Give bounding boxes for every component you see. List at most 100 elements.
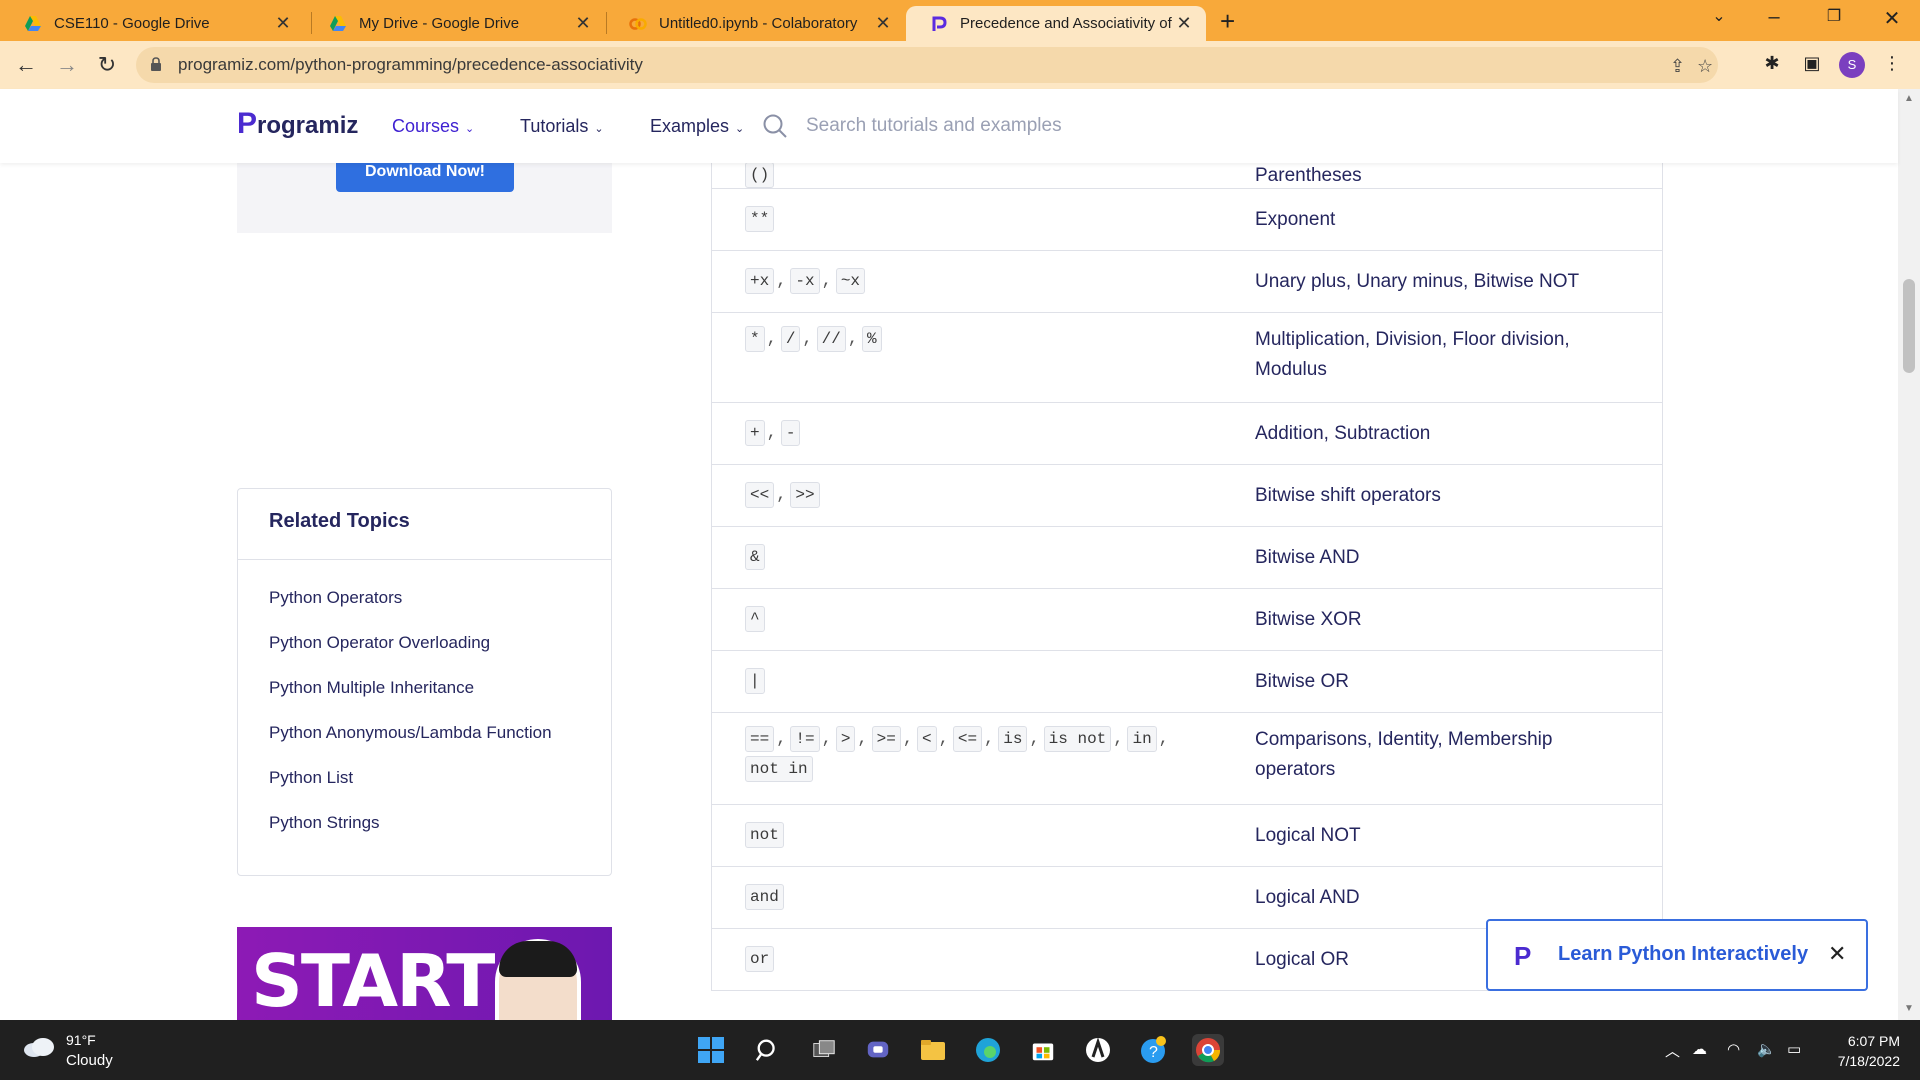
nav-label: Examples xyxy=(650,116,730,136)
new-tab-button[interactable]: + xyxy=(1220,6,1235,37)
nav-tutorials[interactable]: Tutorials ⌄ xyxy=(520,116,604,137)
operator-cell: +x, -x, ~x xyxy=(745,267,1225,297)
nav-courses[interactable]: Courses ⌄ xyxy=(392,116,474,137)
description-cell: Comparisons, Identity, Membership operat… xyxy=(1255,729,1553,780)
operator-code: ^ xyxy=(745,606,765,632)
forward-icon[interactable]: → xyxy=(53,51,81,79)
restore-button[interactable]: ❐ xyxy=(1819,6,1849,26)
teams-chat-icon[interactable] xyxy=(862,1034,894,1066)
operator-code: - xyxy=(780,420,801,446)
operator-code: or xyxy=(745,946,775,972)
app-icon[interactable] xyxy=(1082,1034,1114,1066)
comma-separator: , xyxy=(821,730,832,749)
comma-separator: , xyxy=(847,330,859,349)
promo-box: Download Now! xyxy=(237,163,612,233)
description-cell: Bitwise OR xyxy=(1255,671,1349,692)
extensions-icon[interactable]: ✱ xyxy=(1760,53,1784,77)
back-icon[interactable]: ← xyxy=(12,51,40,79)
search-icon[interactable] xyxy=(762,113,788,139)
related-topic-link[interactable]: Python Strings xyxy=(269,810,589,835)
close-icon[interactable]: ✕ xyxy=(1174,13,1194,34)
comma-separator: , xyxy=(776,486,787,505)
search-input[interactable]: Search tutorials and examples xyxy=(806,115,1062,137)
operator-code: << xyxy=(745,482,775,508)
download-now-button[interactable]: Download Now! xyxy=(336,163,514,192)
search-icon[interactable] xyxy=(752,1034,784,1066)
clock-time: 6:07 PM xyxy=(1847,1033,1900,1049)
minimize-button[interactable]: – xyxy=(1759,6,1789,29)
chevron-down-icon: ⌄ xyxy=(594,123,604,135)
related-topic-link[interactable]: Python List xyxy=(269,765,589,790)
help-icon[interactable]: ? xyxy=(1137,1034,1169,1066)
description-cell: Unary plus, Unary minus, Bitwise NOT xyxy=(1255,271,1580,292)
system-clock[interactable]: 6:07 PM 7/18/2022 xyxy=(1820,1031,1900,1071)
browser-toolbar: ← → ↻ programiz.com/python-programming/p… xyxy=(0,41,1920,89)
operator-code: * xyxy=(745,326,765,352)
weather-temperature: 91°F xyxy=(66,1032,96,1048)
learn-python-toast[interactable]: P Learn Python Interactively ✕ xyxy=(1486,919,1868,991)
operator-cell: ^ xyxy=(745,605,1225,635)
battery-icon[interactable]: ▭ xyxy=(1787,1040,1801,1058)
comma-separator: , xyxy=(1113,730,1124,749)
operator-cell: not xyxy=(745,821,1225,851)
page-scrollbar[interactable]: ▲ ▼ xyxy=(1898,89,1920,1020)
tab-title: My Drive - Google Drive xyxy=(359,15,520,32)
comma-separator: , xyxy=(821,272,832,291)
lock-icon xyxy=(151,57,161,71)
close-icon[interactable]: ✕ xyxy=(1828,941,1846,967)
comma-separator: , xyxy=(776,730,787,749)
profile-avatar[interactable]: S xyxy=(1839,52,1865,78)
volume-icon[interactable]: 🔈 xyxy=(1757,1040,1776,1058)
promo-banner[interactable]: START xyxy=(237,927,612,1020)
nav-label: Courses xyxy=(392,116,460,136)
scroll-up-icon[interactable]: ▲ xyxy=(1904,93,1914,104)
related-topic-link[interactable]: Python Multiple Inheritance xyxy=(269,675,589,700)
operator-code: < xyxy=(917,726,937,752)
site-header: Programiz Courses ⌄ Tutorials ⌄ Examples ⌄ … xyxy=(0,89,1898,163)
logo-text: rogramiz xyxy=(257,112,359,139)
operator-code: > xyxy=(835,726,856,752)
related-topic-link[interactable]: Python Operators xyxy=(269,585,589,610)
chevron-up-icon[interactable]: ︿ xyxy=(1665,1040,1680,1061)
operator-code: is xyxy=(998,726,1028,752)
reload-icon[interactable]: ↻ xyxy=(93,51,121,79)
toast-text[interactable]: Learn Python Interactively xyxy=(1558,943,1808,966)
divider xyxy=(238,559,611,560)
table-row: | Bitwise OR xyxy=(712,651,1662,713)
windows-start-icon[interactable] xyxy=(695,1034,727,1066)
side-panel-icon[interactable]: ▣ xyxy=(1800,53,1824,77)
close-icon[interactable]: ✕ xyxy=(273,13,293,34)
share-icon[interactable]: ⇪ xyxy=(1670,56,1685,77)
related-topic-link[interactable]: Python Anonymous/Lambda Function xyxy=(269,720,589,745)
chevron-down-icon: ⌄ xyxy=(735,123,745,135)
onedrive-icon[interactable]: ☁ xyxy=(1692,1040,1707,1058)
tab-colab[interactable]: Untitled0.ipynb - Colaboratory ✕ xyxy=(605,6,905,41)
task-view-icon[interactable] xyxy=(808,1034,840,1066)
edge-browser-icon[interactable] xyxy=(972,1034,1004,1066)
close-window-button[interactable]: ✕ xyxy=(1877,6,1907,31)
address-bar[interactable]: programiz.com/python-programming/precede… xyxy=(136,47,1718,83)
wifi-icon[interactable]: ◠ xyxy=(1727,1040,1740,1058)
microsoft-store-icon[interactable] xyxy=(1027,1034,1059,1066)
programiz-logo[interactable]: Programiz xyxy=(237,107,358,141)
tab-cse110[interactable]: CSE110 - Google Drive ✕ xyxy=(0,6,305,41)
related-topic-link[interactable]: Python Operator Overloading xyxy=(269,630,589,655)
svg-text:?: ? xyxy=(1149,1044,1158,1061)
nav-examples[interactable]: Examples ⌄ xyxy=(650,116,744,137)
tab-search-icon[interactable]: ⌄ xyxy=(1704,6,1734,26)
bookmark-star-icon[interactable]: ☆ xyxy=(1697,56,1713,77)
menu-icon[interactable]: ⋮ xyxy=(1880,53,1904,77)
file-explorer-icon[interactable] xyxy=(917,1034,949,1066)
comma-separator: , xyxy=(802,330,813,349)
close-icon[interactable]: ✕ xyxy=(573,13,593,34)
tab-precedence[interactable]: Precedence and Associativity of O ✕ xyxy=(906,6,1206,41)
description-cell: Bitwise AND xyxy=(1255,547,1360,568)
scroll-thumb[interactable] xyxy=(1903,279,1915,373)
chrome-icon[interactable] xyxy=(1192,1034,1224,1066)
operator-code: and xyxy=(745,884,784,910)
close-icon[interactable]: ✕ xyxy=(873,13,893,34)
cloud-icon[interactable] xyxy=(22,1036,56,1058)
scroll-down-icon[interactable]: ▼ xyxy=(1904,1003,1914,1014)
google-drive-icon xyxy=(330,15,346,31)
tab-my-drive[interactable]: My Drive - Google Drive ✕ xyxy=(305,6,605,41)
